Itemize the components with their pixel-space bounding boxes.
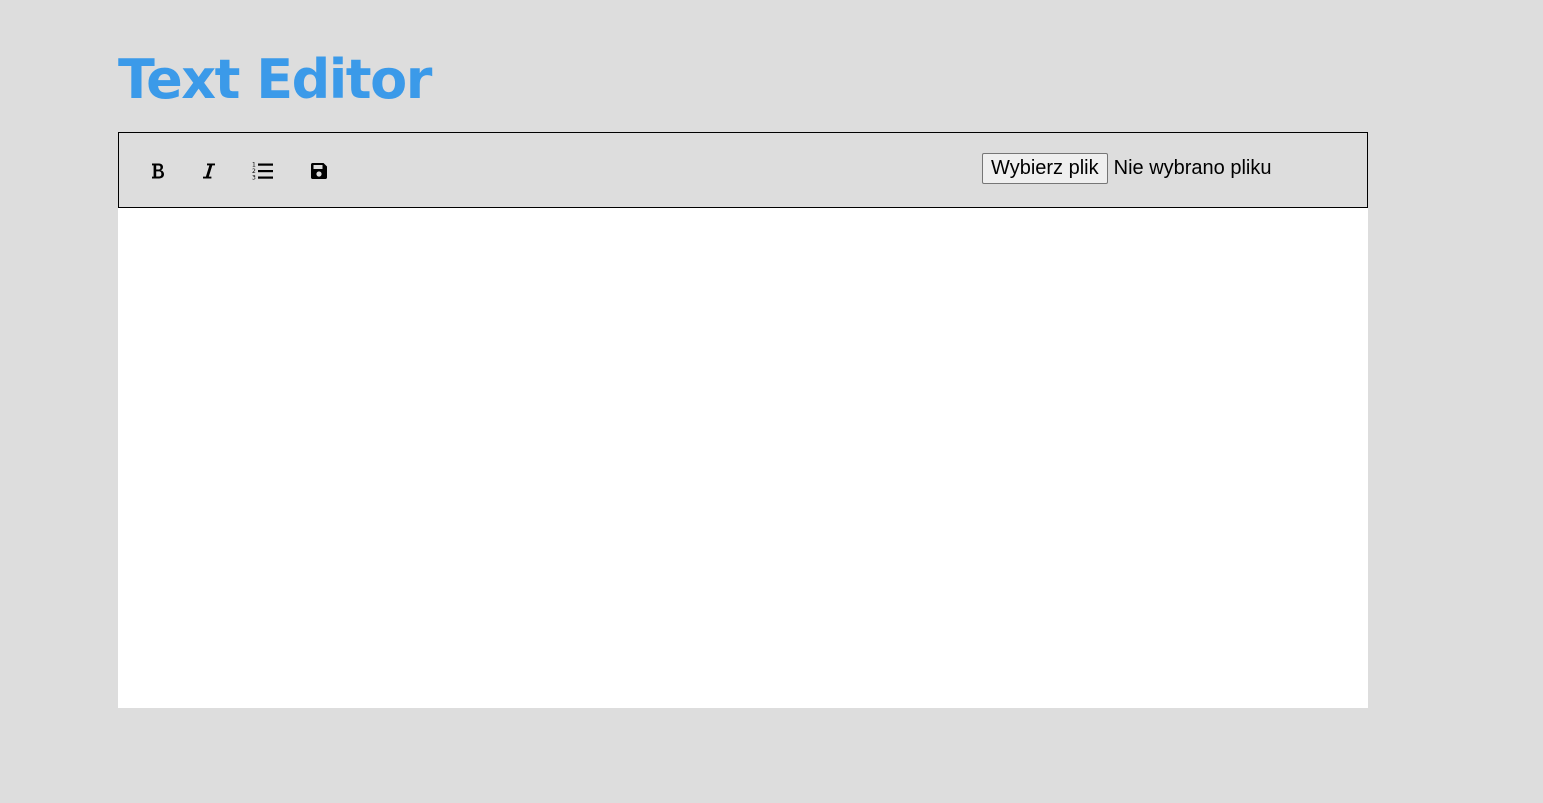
- svg-text:3: 3: [252, 175, 256, 182]
- floppy-disk-icon: [310, 162, 328, 180]
- italic-button[interactable]: [193, 155, 225, 187]
- text-editor: 1 2 3 Wybierz plik Nie wybrano pliku: [118, 132, 1368, 708]
- italic-icon: [202, 162, 216, 180]
- save-button[interactable]: [303, 155, 335, 187]
- file-input: Wybierz plik Nie wybrano pliku: [982, 152, 1271, 184]
- editor-toolbar: 1 2 3 Wybierz plik Nie wybrano pliku: [118, 132, 1368, 208]
- bold-icon: [150, 162, 166, 180]
- ordered-list-icon: 1 2 3: [252, 161, 274, 181]
- bold-button[interactable]: [142, 155, 174, 187]
- file-status-text: Nie wybrano pliku: [1113, 156, 1272, 179]
- ordered-list-button[interactable]: 1 2 3: [247, 155, 279, 187]
- choose-file-button[interactable]: Wybierz plik: [982, 152, 1108, 184]
- page-title: Text Editor: [118, 48, 432, 111]
- editor-content-area[interactable]: [118, 208, 1368, 708]
